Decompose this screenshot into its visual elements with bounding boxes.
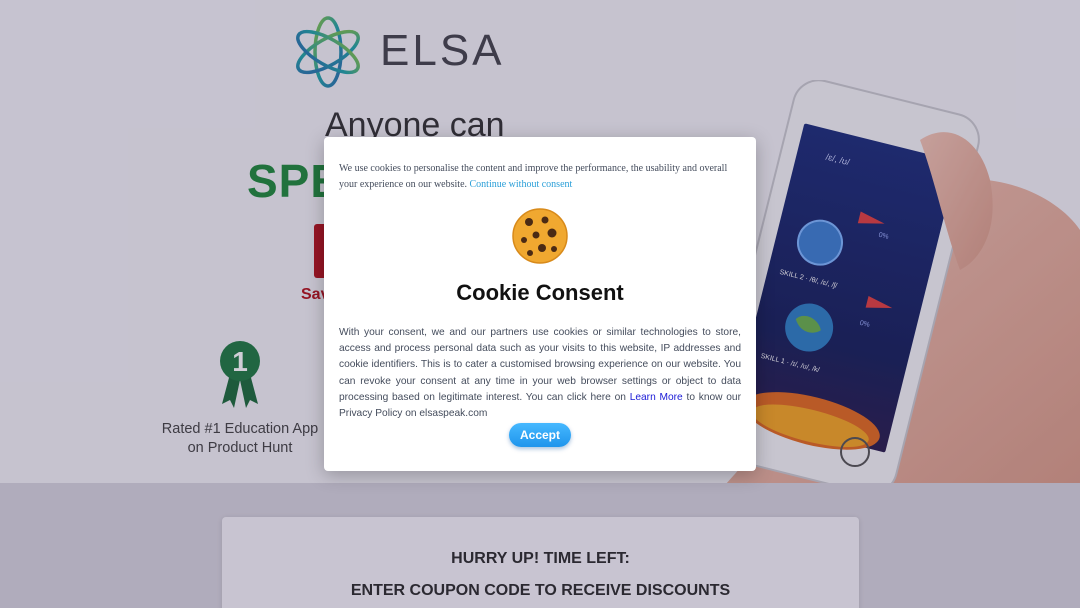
- cookie-intro: We use cookies to personalise the conten…: [339, 161, 744, 193]
- continue-without-consent-link[interactable]: Continue without consent: [470, 179, 573, 190]
- cookie-icon: [512, 208, 568, 264]
- dialog-title: Cookie Consent: [456, 280, 624, 305]
- cookie-body: With your consent, we and our partners u…: [339, 325, 741, 422]
- cookie-consent-dialog: We use cookies to personalise the conten…: [324, 137, 756, 471]
- learn-more-link[interactable]: Learn More: [630, 392, 683, 403]
- accept-button[interactable]: Accept: [509, 423, 571, 447]
